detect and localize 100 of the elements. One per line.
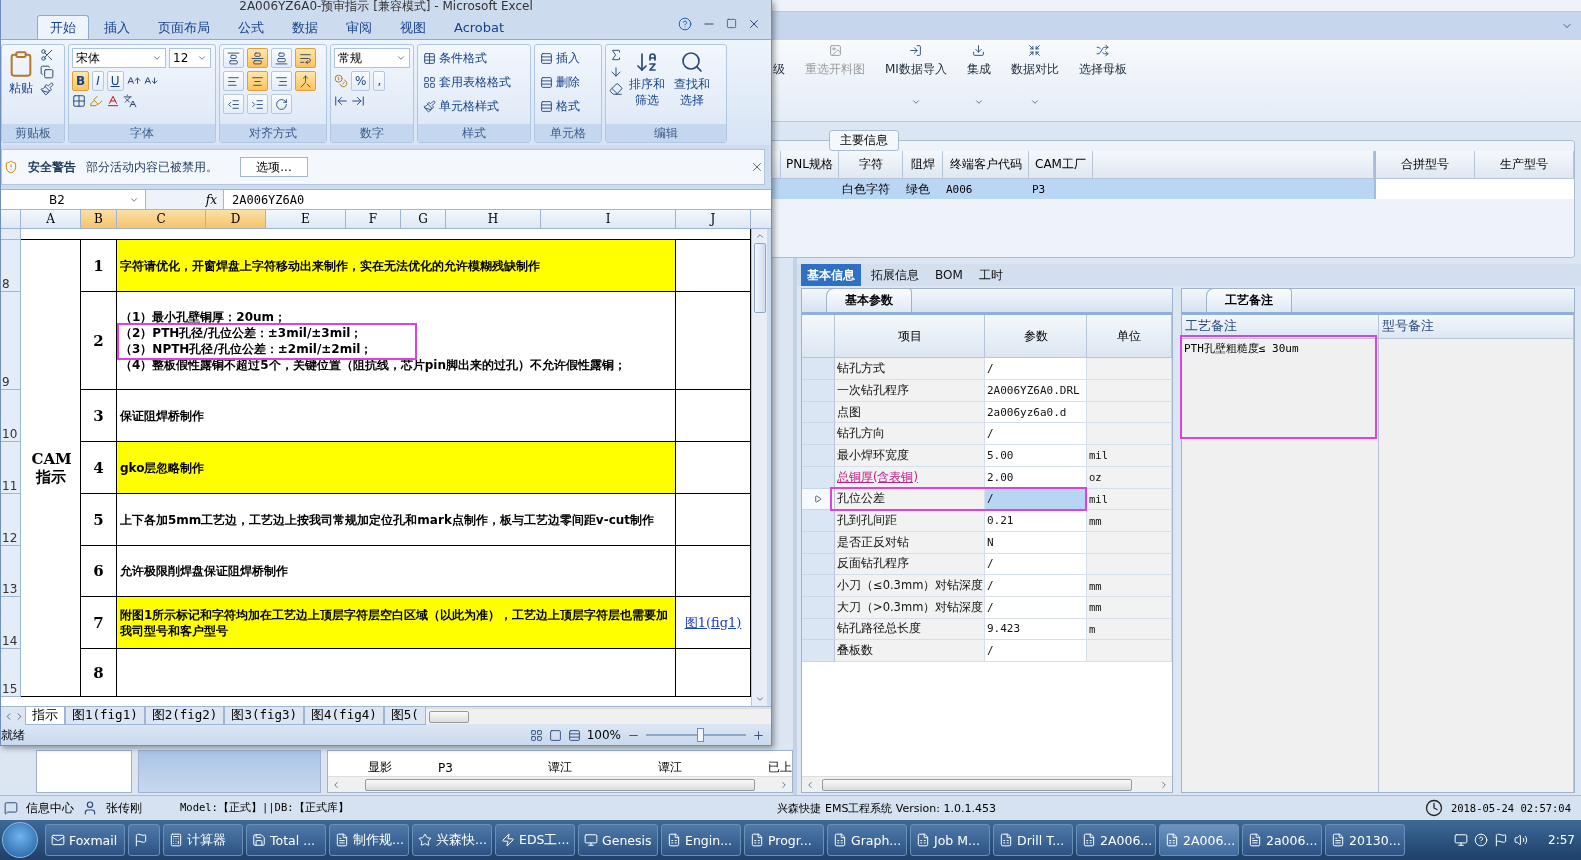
style-command[interactable]: 套用表格格式 xyxy=(421,72,513,93)
table-cell[interactable]: / xyxy=(985,553,1087,576)
font-style-button[interactable]: B xyxy=(72,71,90,91)
cell-command[interactable]: 插入 xyxy=(538,48,582,69)
sheet-tab[interactable]: 图3(fig3) xyxy=(224,707,305,725)
taskbar-button[interactable]: 20130... xyxy=(1325,824,1405,856)
column-header[interactable]: 型号备注 xyxy=(1379,315,1574,339)
table-cell[interactable]: 2A006YZ6A0.DRL xyxy=(985,380,1087,402)
taskbar-button[interactable]: 制作规... xyxy=(329,824,409,856)
sheet-tab[interactable]: 图1(fig1) xyxy=(65,707,145,725)
font-name-field[interactable]: 宋体 xyxy=(72,48,166,68)
taskbar-button[interactable]: Progr... xyxy=(744,824,824,856)
number-format-field[interactable]: 常规 xyxy=(334,48,410,68)
column-header[interactable]: 字符 xyxy=(839,151,903,179)
column-header[interactable]: D xyxy=(206,210,266,228)
copy-icon[interactable] xyxy=(40,65,54,79)
currency-icon[interactable] xyxy=(334,74,348,88)
column-header[interactable]: H xyxy=(446,210,541,228)
taskbar-button[interactable]: Drill T... xyxy=(993,824,1073,856)
sheet-tab[interactable]: 图5( xyxy=(383,707,426,725)
taskbar-button[interactable]: 2A006... xyxy=(1076,824,1156,856)
scroll-left-icon[interactable] xyxy=(805,779,815,790)
scroll-thumb[interactable] xyxy=(753,242,766,313)
tab[interactable]: 拓展信息 xyxy=(865,264,925,286)
table-cell[interactable]: 2.00 xyxy=(985,466,1087,489)
tab[interactable]: 工时 xyxy=(972,264,1009,286)
ribbon-tab[interactable]: 审阅 xyxy=(333,15,385,39)
help-icon[interactable] xyxy=(678,16,692,31)
fill-icon[interactable] xyxy=(609,65,623,79)
border-icon[interactable] xyxy=(72,94,86,108)
column-header[interactable]: G xyxy=(401,210,446,228)
number-style-button[interactable]: , xyxy=(373,71,386,91)
tree-item[interactable]: 显影 xyxy=(368,759,438,777)
zoom-in-icon[interactable] xyxy=(752,728,765,742)
column-header[interactable]: PNL规格 xyxy=(781,151,839,179)
font-style-button[interactable]: U xyxy=(106,71,124,91)
font-style-button[interactable]: I xyxy=(92,71,104,91)
cut-icon[interactable] xyxy=(40,48,54,62)
page-layout-icon[interactable] xyxy=(548,728,562,742)
column-header[interactable]: 生产型号 xyxy=(1475,151,1574,179)
paste-button[interactable]: 粘贴 xyxy=(5,48,37,121)
style-command[interactable]: 单元格样式 xyxy=(421,96,513,117)
fill-color-icon[interactable] xyxy=(89,94,103,108)
restore-icon[interactable] xyxy=(726,18,737,29)
formula-field[interactable]: 2A006YZ6A0 xyxy=(224,192,771,207)
column-header[interactable]: E xyxy=(266,210,346,228)
toolbar-button[interactable]: 数据对比 xyxy=(1008,44,1061,121)
ribbon-tab[interactable]: 插入 xyxy=(91,15,143,39)
column-header[interactable]: CAM工厂 xyxy=(1029,151,1093,179)
zoom-thumb[interactable] xyxy=(697,728,704,742)
column-header[interactable]: J xyxy=(676,210,751,228)
start-button[interactable] xyxy=(2,822,38,858)
scroll-right-icon[interactable] xyxy=(1159,779,1169,790)
clear-icon[interactable] xyxy=(609,82,623,96)
scroll-down-icon[interactable] xyxy=(754,694,765,704)
table-cell[interactable]: / xyxy=(985,358,1087,381)
ribbon-tab[interactable]: 公式 xyxy=(225,15,277,39)
toolbar-button[interactable]: 集成 xyxy=(964,44,993,121)
tab[interactable]: BOM xyxy=(929,264,969,286)
toolbar-button[interactable]: MI数据导入 xyxy=(883,44,949,121)
close-icon[interactable] xyxy=(750,160,764,174)
font-color-icon[interactable] xyxy=(106,94,120,108)
taskbar-button[interactable]: EDS工... xyxy=(495,824,575,856)
column-header[interactable]: 项目 xyxy=(835,315,985,358)
table-cell[interactable]: 0.21 xyxy=(985,510,1087,532)
info-center-link[interactable]: 信息中心 xyxy=(26,799,74,817)
scroll-thumb[interactable] xyxy=(365,778,755,791)
column-header[interactable]: 工艺备注 xyxy=(1182,315,1379,339)
font-size-field[interactable]: 12 xyxy=(169,48,211,68)
scroll-thumb[interactable] xyxy=(428,710,469,723)
ribbon-tab[interactable]: 数据 xyxy=(279,15,331,39)
taskbar-button[interactable]: Engin... xyxy=(661,824,741,856)
sheet-tab[interactable]: 图2(fig2) xyxy=(144,707,225,725)
scroll-thumb[interactable] xyxy=(822,778,1132,791)
dropdown-icon[interactable] xyxy=(197,53,207,63)
scroll-left-icon[interactable] xyxy=(331,779,341,790)
column-header[interactable]: 终端客户代码 xyxy=(943,151,1029,179)
tab[interactable]: 基本信息 xyxy=(801,264,861,286)
column-header[interactable]: F xyxy=(346,210,401,228)
sheet-link[interactable]: 图1(fig1) xyxy=(684,613,742,632)
taskbar-button[interactable]: 计算器 xyxy=(163,824,243,856)
edit-command[interactable]: 排序和筛选 xyxy=(626,48,668,121)
ribbon-tab[interactable]: 视图 xyxy=(387,15,439,39)
decrease-decimal-icon[interactable] xyxy=(351,94,365,108)
column-header[interactable]: B xyxy=(81,210,117,228)
column-header[interactable]: 阻焊 xyxy=(903,151,943,179)
column-header[interactable]: C xyxy=(117,210,206,228)
sheet-tab[interactable]: 指示 xyxy=(25,707,65,725)
column-header[interactable]: I xyxy=(541,210,676,228)
ribbon-tab[interactable]: Acrobat xyxy=(441,15,518,39)
dropdown-icon[interactable] xyxy=(396,53,406,63)
scroll-up-icon[interactable] xyxy=(754,231,765,241)
taskbar-button[interactable] xyxy=(128,824,160,856)
taskbar-button[interactable]: Foxmail xyxy=(45,824,125,856)
table-cell[interactable]: 5.00 xyxy=(985,445,1087,467)
column-header[interactable]: 单位 xyxy=(1087,315,1172,358)
volume-icon[interactable] xyxy=(1514,833,1529,847)
taskbar-button[interactable]: Genesis xyxy=(578,824,658,856)
table-cell[interactable]: / xyxy=(985,596,1087,619)
page-break-icon[interactable] xyxy=(567,728,581,742)
